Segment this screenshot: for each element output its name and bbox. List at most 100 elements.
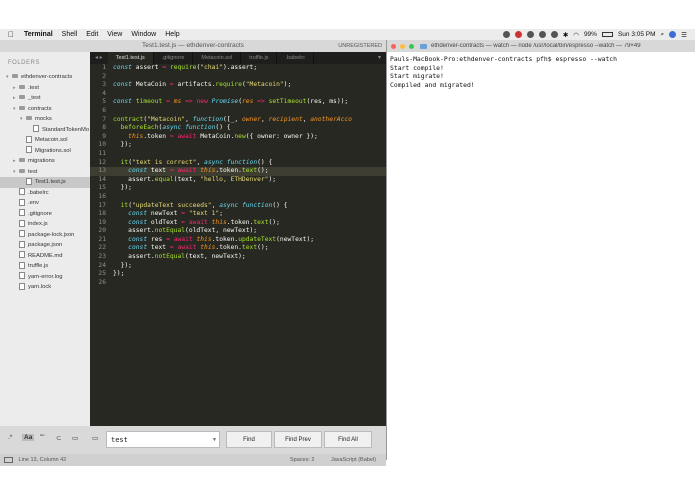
zoom-icon[interactable] (409, 43, 414, 49)
tree-folder[interactable]: ▾ mocks (0, 114, 90, 125)
code-token: "hello, ETHDenver" (200, 175, 269, 183)
regex-toggle[interactable]: .* (8, 434, 12, 441)
find-input[interactable]: test (106, 431, 220, 448)
terminal-line: Compiled and migrated! (390, 80, 475, 89)
whole-word-toggle[interactable]: "" (40, 434, 45, 441)
status-app-icon[interactable] (526, 31, 534, 38)
tree-file[interactable]: package-lock.json (0, 230, 90, 241)
code-line[interactable]: 20 assert.notEqual(oldText, newText); (90, 227, 386, 236)
menu-view[interactable]: View (107, 31, 122, 38)
tree-file[interactable]: package.json (0, 240, 90, 251)
menu-help[interactable]: Help (165, 31, 179, 38)
find-button[interactable]: Find (226, 431, 272, 448)
code-line[interactable]: 2 (90, 73, 386, 82)
tree-file[interactable]: Metacoin.sol (0, 135, 90, 146)
code-line[interactable]: 16 (90, 193, 386, 202)
tree-folder[interactable]: ▾ test (0, 167, 90, 178)
apple-menu-icon[interactable]:  (8, 30, 18, 39)
code-line[interactable]: 14 assert.equal(text, "hello, ETHDenver"… (90, 176, 386, 185)
tree-folder[interactable]: ▾ contracts (0, 104, 90, 115)
code-line[interactable]: 22 const text = await this.token.text(); (90, 244, 386, 253)
find-all-button[interactable]: Find All (324, 431, 372, 448)
find-history-icon[interactable]: ▼ (212, 437, 217, 443)
code-line[interactable]: 26 (90, 279, 386, 288)
file-icon (26, 135, 32, 143)
tree-folder[interactable]: ▸ migrations (0, 156, 90, 167)
code-line[interactable]: 6 (90, 107, 386, 116)
status-panel-icon[interactable] (4, 456, 13, 463)
tree-file[interactable]: StandardTokenMo (0, 125, 90, 136)
tree-file[interactable]: index.js (0, 219, 90, 230)
terminal-output[interactable]: Pauls-MacBook-Pro:ethdenver-contracts pf… (387, 52, 695, 92)
tab-truffle[interactable]: truffle.js (241, 52, 278, 64)
file-icon (26, 177, 32, 185)
in-selection-toggle[interactable]: ▭ (72, 434, 78, 442)
tree-file[interactable]: README.md (0, 251, 90, 262)
code-line[interactable]: 7 contract("Metacoin", function([_, owner… (90, 116, 386, 125)
code-line[interactable]: 11 (90, 150, 386, 159)
timer-icon[interactable] (550, 31, 558, 38)
syntax-mode[interactable]: JavaScript (Babel) (331, 454, 376, 466)
tree-file[interactable]: truffle.js (0, 261, 90, 272)
code-editor[interactable]: 1 const assert = require("chai").assert; 2… (90, 64, 386, 426)
tree-file[interactable]: yarn.lock (0, 282, 90, 293)
tab-nav-arrows-icon[interactable]: ◂ ▸ (90, 52, 108, 64)
tree-file[interactable]: .gitignore (0, 209, 90, 220)
code-line[interactable]: 12 it("text is correct", async function(… (90, 159, 386, 168)
code-line[interactable]: 3 const MetaCoin = artifacts.require("Met… (90, 81, 386, 90)
code-line[interactable]: 1 const assert = require("chai").assert; (90, 64, 386, 73)
tree-folder[interactable]: ▸ _test (0, 93, 90, 104)
code-line[interactable]: 13 const text = await this.token.text(); (90, 167, 386, 176)
menu-edit[interactable]: Edit (86, 31, 98, 38)
tree-folder[interactable]: ▾ ethdenver-contracts (0, 72, 90, 83)
code-line[interactable]: 8 beforeEach(async function() { (90, 124, 386, 133)
spotlight-icon[interactable]: ⌕ (661, 31, 665, 39)
menu-app-name[interactable]: Terminal (24, 31, 53, 38)
wrap-toggle[interactable]: ⊂ (56, 434, 61, 442)
tab-gitignore[interactable]: .gitignore (154, 52, 194, 64)
tree-folder[interactable]: ▸ .test (0, 83, 90, 94)
code-token: (text, newText); (185, 253, 246, 261)
tree-file[interactable]: Migrations.sol (0, 146, 90, 157)
wifi-icon[interactable]: ◠ (573, 31, 579, 39)
tab-overflow-icon[interactable]: ▾ (373, 52, 386, 64)
terminal-title-bar: ethdenver-contracts — watch — node /usr/… (387, 40, 695, 52)
tree-file[interactable]: .env (0, 198, 90, 209)
code-line[interactable]: 24 }); (90, 262, 386, 271)
menu-window[interactable]: Window (131, 31, 156, 38)
tree-file[interactable]: .babelrc (0, 188, 90, 199)
code-line[interactable]: 9 this.token = await MetaCoin.new({ owne… (90, 133, 386, 142)
code-line[interactable]: 19 const oldText = await this.token.text… (90, 219, 386, 228)
code-line[interactable]: 25}); (90, 270, 386, 279)
highlight-toggle[interactable]: ▭ (92, 434, 98, 442)
code-line[interactable]: 15 }); (90, 184, 386, 193)
code-line[interactable]: 5 const timeout = ms => new Promise(res =… (90, 98, 386, 107)
time-machine-icon[interactable] (538, 31, 546, 38)
notification-center-icon[interactable]: ☰ (681, 31, 687, 39)
case-toggle[interactable]: Aa (22, 434, 35, 441)
unregistered-badge: UNREGISTERED (338, 43, 382, 49)
code-line[interactable]: 10 }); (90, 141, 386, 150)
tree-file[interactable]: Test1.test.js (0, 177, 90, 188)
close-icon[interactable] (391, 43, 396, 49)
status-app-icon[interactable] (502, 31, 510, 38)
status-app-icon[interactable] (514, 31, 522, 38)
folders-sidebar: FOLDERS ▾ ethdenver-contracts ▸ .test ▸ _test… (0, 52, 90, 454)
code-line[interactable]: 23 assert.notEqual(text, newText); (90, 253, 386, 262)
folder-icon (19, 158, 25, 163)
bluetooth-icon[interactable]: ✱ (563, 31, 568, 39)
tab-test1[interactable]: Test1.test.js (107, 52, 154, 64)
battery-icon[interactable] (601, 32, 613, 37)
minimize-icon[interactable] (400, 43, 405, 49)
indent-setting[interactable]: Spaces: 2 (290, 454, 314, 466)
menu-clock[interactable]: Sun 3:05 PM (618, 31, 656, 38)
code-line[interactable]: 18 const newText = "text 1"; (90, 210, 386, 219)
menu-shell[interactable]: Shell (62, 31, 78, 38)
find-prev-button[interactable]: Find Prev (274, 431, 322, 448)
battery-percent[interactable]: 99% (584, 31, 597, 38)
siri-icon[interactable] (669, 31, 677, 38)
tab-babelrc[interactable]: .babelrc (277, 52, 315, 64)
tree-file[interactable]: yarn-error.log (0, 272, 90, 283)
code-line[interactable]: 17 it("updateText succeeds", async funct… (90, 202, 386, 211)
tab-metacoin[interactable]: Metacoin.sol (193, 52, 242, 64)
